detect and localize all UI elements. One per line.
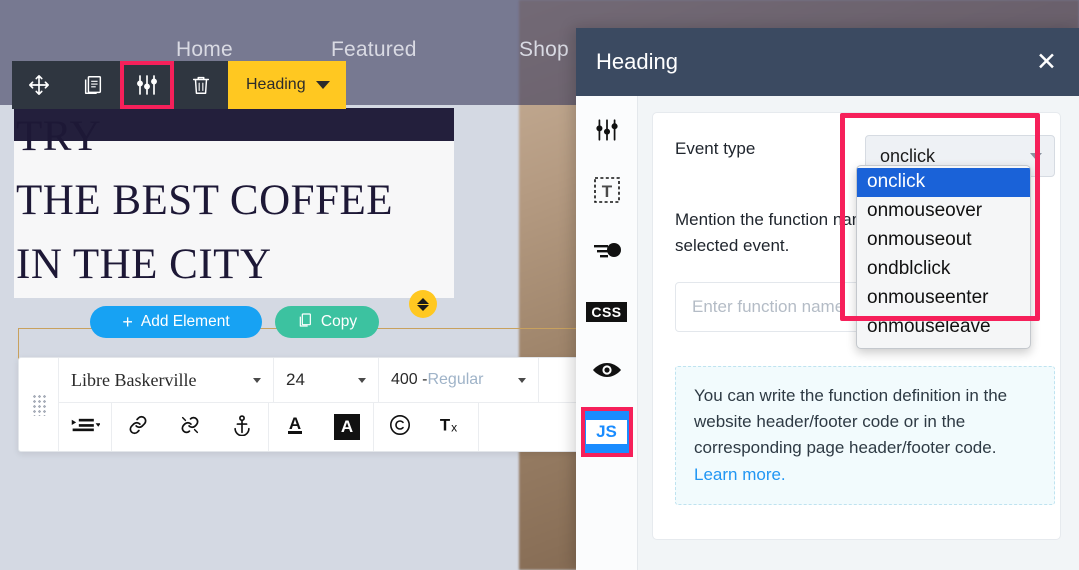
text-format-toolbar: Libre Baskerville 24 400 -Regular A A T … [18,357,580,452]
nav-item-shop[interactable]: Shop [519,38,569,62]
clear-formatting-icon: T x [438,413,466,442]
rail-item-animation[interactable] [584,230,630,274]
text-highlight-icon: A [334,414,360,440]
copyright-icon [388,413,412,442]
indent-list-icon [70,415,101,440]
clear-formatting-button[interactable]: T x [426,403,478,451]
option-onmouseover[interactable]: onmouseover [857,197,1030,226]
css-icon: CSS [586,302,627,322]
rail-item-css[interactable]: CSS [584,290,630,334]
copy-icon [297,312,313,333]
learn-more-link[interactable]: Learn more. [694,465,786,484]
info-note-text: You can write the function definition in… [694,385,1008,458]
svg-text:A: A [289,414,301,433]
font-weight-number: 400 - [391,371,428,388]
nav-item-featured[interactable]: Featured [331,38,417,62]
toolbar-drag-handle[interactable] [19,358,59,451]
text-box-icon: T [592,175,622,210]
text-color-icon: A [283,412,307,443]
anchor-icon [231,414,253,441]
option-onmouseleave[interactable]: onmouseleave [857,313,1030,342]
sliders-icon [135,73,159,97]
duplicate-button[interactable] [66,61,120,109]
copy-pages-icon [82,74,104,96]
drag-grip-icon [31,393,46,416]
animation-icon [592,239,622,266]
svg-text:T: T [440,415,451,434]
svg-text:T: T [601,182,612,201]
js-icon: JS [586,420,627,444]
hero-line-2: THE BEST COFFEE [16,177,394,224]
link-button[interactable] [112,403,164,451]
indent-list-button[interactable] [59,403,111,451]
add-element-button[interactable]: + Add Element [90,306,262,338]
chevron-down-icon [253,377,261,383]
link-icon [127,414,149,441]
font-size-value: 24 [286,370,305,389]
move-button[interactable] [12,61,66,109]
rail-item-text[interactable]: T [584,170,630,214]
chevron-down-icon [1030,152,1042,160]
panel-icon-rail: T CSS JS [576,96,638,570]
element-type-dropdown[interactable]: Heading [228,61,346,109]
divider [478,403,479,451]
chevron-down-icon [315,81,330,89]
info-note: You can write the function definition in… [675,365,1055,506]
text-color-button[interactable]: A [269,403,321,451]
anchor-button[interactable] [216,403,268,451]
font-family-value: Libre Baskerville [71,369,197,390]
settings-button[interactable] [120,61,174,109]
svg-text:x: x [451,420,457,434]
event-type-value: onclick [880,145,936,166]
nav-item-home[interactable]: Home [176,38,233,62]
copyright-button[interactable] [374,403,426,451]
screen-root: Home Featured Shop TRY THE BEST COFFEE I… [0,0,1079,570]
rail-item-settings[interactable] [584,110,630,154]
function-name-placeholder: Enter function name [692,296,845,316]
chevron-down-icon [518,377,526,383]
event-type-option-list[interactable]: onclick onmouseover onmouseout ondblclic… [856,165,1031,349]
event-type-label: Event type [675,139,756,158]
font-size-select[interactable]: 24 [274,358,379,402]
plus-icon: + [122,312,133,332]
canvas-left-gutter [0,105,14,350]
option-onclick[interactable]: onclick [857,168,1030,197]
chevron-down-icon [417,304,429,311]
panel-title: Heading [596,49,678,74]
option-onmouseenter[interactable]: onmouseenter [857,284,1030,313]
element-type-label: Heading [246,76,306,93]
font-weight-name: Regular [427,371,484,388]
rail-item-visibility[interactable] [584,350,630,394]
toolbar-row-actions: A A T x [59,403,579,451]
delete-button[interactable] [174,61,228,109]
unlink-button[interactable] [164,403,216,451]
font-family-select[interactable]: Libre Baskerville [59,358,274,402]
element-toolbar: Heading [12,61,346,109]
toolbar-row-typography: Libre Baskerville 24 400 -Regular [59,358,579,403]
hero-line-1: TRY [16,113,102,160]
text-highlight-button[interactable]: A [321,403,373,451]
hero-line-3: IN THE CITY [16,241,272,288]
sliders-icon [594,117,620,148]
font-weight-group: 400 -Regular [391,371,484,389]
unlink-icon [179,414,201,441]
option-onmouseout[interactable]: onmouseout [857,226,1030,255]
rail-item-js[interactable]: JS [580,407,633,457]
move-arrows-icon [28,74,50,96]
eye-icon [592,360,622,385]
copy-label: Copy [320,313,358,330]
close-icon[interactable]: ✕ [1036,49,1057,75]
copy-button[interactable]: Copy [275,306,379,338]
option-ondblclick[interactable]: ondblclick [857,255,1030,284]
reorder-button[interactable] [409,290,437,318]
chevron-down-icon [358,377,366,383]
font-weight-select[interactable]: 400 -Regular [379,358,539,402]
chevron-up-icon [417,297,429,304]
toolbar-main: Libre Baskerville 24 400 -Regular A A T … [59,358,579,451]
add-element-label: Add Element [140,313,230,330]
trash-icon [190,74,212,96]
panel-header: Heading ✕ [576,28,1079,96]
